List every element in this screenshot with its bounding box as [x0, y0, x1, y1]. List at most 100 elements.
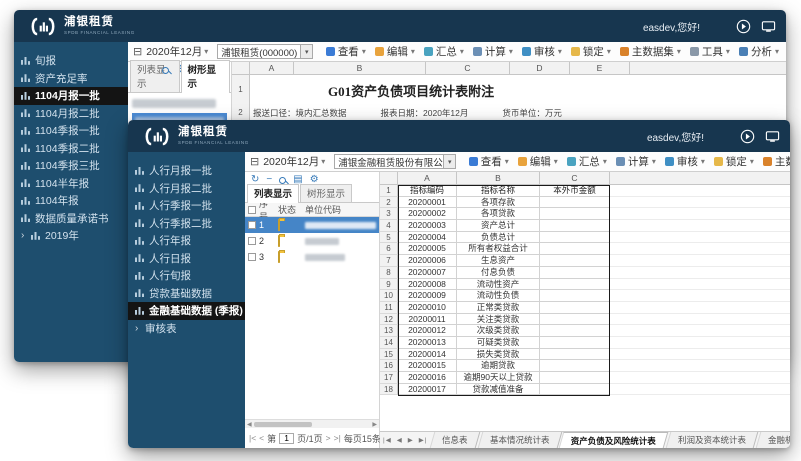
toolbar-button[interactable]: 查看 ▾: [321, 44, 370, 59]
col-A[interactable]: A: [250, 62, 294, 74]
indicator-code-cell[interactable]: 20200017: [398, 384, 457, 396]
sidebar-item[interactable]: › 人行月报一批: [128, 162, 245, 180]
collapse-sidebar-icon[interactable]: ⊟: [133, 45, 142, 58]
row-number[interactable]: 6: [380, 243, 398, 255]
indicator-code-cell[interactable]: 20200008: [398, 279, 457, 291]
toolbar-button[interactable]: 工具 ▾: [685, 44, 734, 59]
row-number[interactable]: 10: [380, 290, 398, 302]
indicator-name-cell[interactable]: 正常类贷款: [457, 302, 540, 314]
sidebar-item[interactable]: › 贷款基础数据: [128, 285, 245, 303]
header-本外币金额[interactable]: 本外币金额: [540, 185, 610, 197]
sidebar-item[interactable]: › 人行月报二批: [128, 180, 245, 198]
toolbar-button[interactable]: 计算 ▾: [611, 154, 660, 169]
toolbar-button[interactable]: 打印 ▾: [783, 44, 786, 59]
indicator-code-cell[interactable]: 20200010: [398, 302, 457, 314]
panel-tab[interactable]: 树形显示: [300, 184, 352, 202]
indicator-name-cell[interactable]: 资产总计: [457, 220, 540, 232]
col-B[interactable]: B: [294, 62, 426, 74]
toolbar-button[interactable]: 主数据集 ▾: [615, 44, 685, 59]
amount-cell[interactable]: [540, 255, 610, 267]
row-number[interactable]: 15: [380, 349, 398, 361]
indicator-name-cell[interactable]: 逾期贷款: [457, 360, 540, 372]
row-checkbox[interactable]: [248, 237, 256, 245]
amount-cell[interactable]: [540, 384, 610, 396]
sheet-tab[interactable]: 金融机构分支机构基础信息表: [756, 432, 790, 448]
last-page-button[interactable]: >|: [334, 433, 341, 443]
sidebar-item[interactable]: › 资产充足率: [14, 70, 128, 88]
sidebar-item[interactable]: › 2019年: [14, 227, 128, 245]
col-C[interactable]: C: [426, 62, 510, 74]
indicator-code-cell[interactable]: 20200015: [398, 360, 457, 372]
indicator-code-cell[interactable]: 20200009: [398, 290, 457, 302]
amount-cell[interactable]: [540, 302, 610, 314]
amount-cell[interactable]: [540, 220, 610, 232]
toolbar-button[interactable]: 审核 ▾: [660, 154, 709, 169]
org-selector[interactable]: 浦银金融租赁股份有限公 ▾: [334, 154, 456, 169]
amount-cell[interactable]: [540, 243, 610, 255]
indicator-name-cell[interactable]: 损失类贷款: [457, 349, 540, 361]
sidebar-item[interactable]: › 1104季报二批: [14, 140, 128, 158]
amount-cell[interactable]: [540, 360, 610, 372]
indicator-name-cell[interactable]: 可疑类贷款: [457, 337, 540, 349]
first-page-button[interactable]: |<: [249, 433, 256, 443]
sidebar-item[interactable]: › 人行季报二批: [128, 215, 245, 233]
amount-cell[interactable]: [540, 279, 610, 291]
row-number[interactable]: 16: [380, 360, 398, 372]
period-selector[interactable]: 2020年12月 ▾: [146, 44, 208, 59]
sheet-nav-last-icon[interactable]: ▶|: [419, 436, 428, 444]
indicator-code-cell[interactable]: 20200007: [398, 267, 457, 279]
toolbar-button[interactable]: 汇总 ▾: [419, 44, 468, 59]
panel-tab[interactable]: 列表显示: [130, 60, 180, 92]
sidebar-item[interactable]: › 人行年报: [128, 232, 245, 250]
indicator-name-cell[interactable]: 逾期90天以上贷款: [457, 372, 540, 384]
unit-list-row[interactable]: 1: [245, 217, 379, 233]
org-dropdown-button[interactable]: ▾: [443, 155, 455, 168]
amount-cell[interactable]: [540, 349, 610, 361]
row-number[interactable]: 14: [380, 337, 398, 349]
indicator-code-cell[interactable]: 20200014: [398, 349, 457, 361]
org-selector[interactable]: 浦银租赁(000000) ▾: [217, 44, 313, 59]
search-icon[interactable]: [162, 67, 169, 74]
scrollbar-thumb[interactable]: [254, 422, 312, 427]
horizontal-scrollbar[interactable]: ◀ ▶: [245, 419, 379, 428]
sidebar-item[interactable]: › 1104月报二批: [14, 105, 128, 123]
amount-cell[interactable]: [540, 325, 610, 337]
monitor-icon[interactable]: [765, 129, 780, 144]
prev-page-button[interactable]: <: [259, 433, 264, 443]
sidebar-item[interactable]: › 审核表: [128, 320, 245, 338]
indicator-name-cell[interactable]: 付息负债: [457, 267, 540, 279]
indicator-code-cell[interactable]: 20200004: [398, 232, 457, 244]
scroll-left-icon[interactable]: ◀: [247, 421, 252, 428]
amount-cell[interactable]: [540, 314, 610, 326]
col-C[interactable]: C: [540, 172, 610, 184]
org-dropdown-button[interactable]: ▾: [300, 45, 312, 58]
scroll-right-icon[interactable]: ▶: [372, 421, 377, 428]
sheet-tab[interactable]: 基本情况统计表: [478, 432, 562, 448]
toolbar-button[interactable]: 锁定 ▾: [709, 154, 758, 169]
row-number[interactable]: 1: [380, 185, 398, 197]
sheet-tab[interactable]: 资产负债及风险统计表: [559, 432, 669, 448]
sidebar-item[interactable]: › 人行旬报: [128, 267, 245, 285]
amount-cell[interactable]: [540, 197, 610, 209]
page-input[interactable]: [279, 433, 294, 444]
indicator-code-cell[interactable]: 20200016: [398, 372, 457, 384]
sidebar-item[interactable]: › 1104月报一批: [14, 87, 128, 105]
indicator-code-cell[interactable]: 20200005: [398, 243, 457, 255]
sidebar-item[interactable]: › 1104年报: [14, 192, 128, 210]
indicator-name-cell[interactable]: 生息资产: [457, 255, 540, 267]
row-number[interactable]: 2: [380, 197, 398, 209]
sheet-tab[interactable]: 信息表: [430, 432, 480, 448]
sheet-tab[interactable]: 利润及资本统计表: [666, 432, 759, 448]
col-D[interactable]: D: [510, 62, 570, 74]
toolbar-button[interactable]: 汇总 ▾: [562, 154, 611, 169]
toolbar-button[interactable]: 查看 ▾: [464, 154, 513, 169]
row-number[interactable]: 18: [380, 384, 398, 396]
toolbar-button[interactable]: 编辑 ▾: [370, 44, 419, 59]
indicator-code-cell[interactable]: 20200011: [398, 314, 457, 326]
sidebar-item[interactable]: › 人行日报: [128, 250, 245, 268]
indicator-name-cell[interactable]: 次级类贷款: [457, 325, 540, 337]
indicator-name-cell[interactable]: 各项存款: [457, 197, 540, 209]
toolbar-button[interactable]: 分析 ▾: [734, 44, 783, 59]
indicator-name-cell[interactable]: 贷款减值准备: [457, 384, 540, 396]
row-number[interactable]: 17: [380, 372, 398, 384]
